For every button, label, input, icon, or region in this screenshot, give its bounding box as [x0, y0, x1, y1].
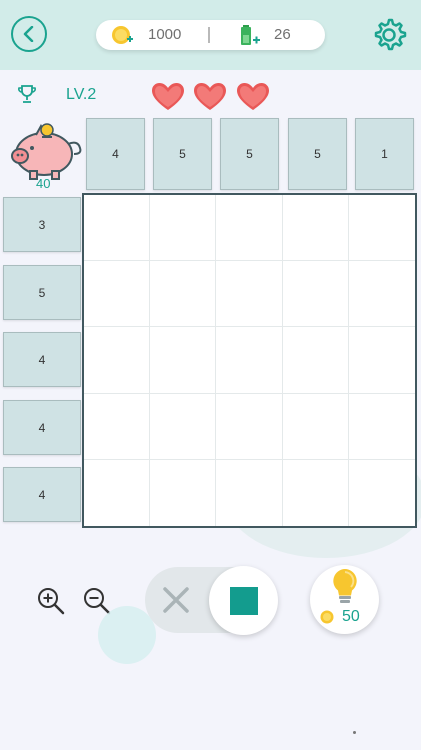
- zoom-out-icon[interactable]: [82, 586, 112, 616]
- puzzle-grid: [82, 193, 417, 528]
- x-mark-mode-icon[interactable]: [162, 586, 190, 614]
- grid-cell[interactable]: [216, 261, 283, 328]
- grid-cell[interactable]: [282, 327, 349, 394]
- grid-cell[interactable]: [84, 393, 151, 460]
- zoom-in-icon[interactable]: [36, 586, 66, 616]
- back-arrow-icon: [23, 26, 34, 42]
- hint-cost: 50: [342, 608, 360, 625]
- pill-divider: [208, 27, 210, 43]
- heart-icon: [237, 83, 269, 110]
- grid-cell[interactable]: [283, 459, 349, 526]
- coin-icon: [320, 610, 334, 624]
- grid-cell[interactable]: [150, 327, 217, 394]
- grid-cell[interactable]: [150, 261, 217, 328]
- heart-icon: [194, 83, 226, 110]
- row-clue: 3: [3, 197, 81, 252]
- column-clue: 5: [220, 118, 279, 190]
- battery-icon: [241, 25, 260, 45]
- row-clue: 5: [3, 265, 81, 320]
- row-clue: 4: [3, 400, 81, 455]
- heart-icon: [152, 83, 184, 110]
- piggy-coin-count: 40: [36, 176, 51, 191]
- hint-button[interactable]: 50: [310, 565, 379, 634]
- lightbulb-icon: [333, 569, 357, 603]
- column-clue: 5: [288, 118, 347, 190]
- column-clue: 5: [153, 118, 212, 190]
- coin-count: 1000: [148, 26, 182, 43]
- currency-pill: 1000 26: [96, 20, 325, 50]
- settings-gear-icon[interactable]: [370, 16, 408, 54]
- column-clue: 4: [86, 118, 145, 190]
- fill-square-icon: [229, 586, 258, 615]
- grid-cell[interactable]: [216, 459, 283, 526]
- coin-icon: [112, 26, 133, 44]
- grid-cell[interactable]: [84, 195, 151, 262]
- back-button[interactable]: [11, 16, 47, 52]
- trophy-icon: [18, 85, 36, 103]
- piggy-bank-icon[interactable]: [8, 120, 88, 182]
- level-label: LV.2: [66, 86, 97, 103]
- grid-cell[interactable]: [216, 327, 283, 394]
- grid-cell[interactable]: [348, 394, 415, 460]
- grid-cell[interactable]: [84, 327, 151, 394]
- grid-cell[interactable]: [150, 459, 217, 526]
- grid-cell[interactable]: [348, 327, 415, 394]
- column-clue: 1: [355, 118, 414, 190]
- grid-cell[interactable]: [216, 393, 283, 460]
- row-clue: 4: [3, 467, 81, 522]
- fill-mode-button[interactable]: [209, 566, 278, 635]
- grid-cell[interactable]: [84, 261, 151, 328]
- grid-cell[interactable]: [282, 195, 349, 262]
- grid-cell[interactable]: [282, 261, 349, 328]
- grid-cell[interactable]: [84, 459, 151, 526]
- energy-count: 26: [274, 26, 291, 43]
- grid-cell[interactable]: [348, 261, 415, 328]
- grid-cell[interactable]: [349, 460, 415, 526]
- grid-cell[interactable]: [150, 393, 217, 460]
- page-dot: [353, 731, 356, 734]
- grid-cell[interactable]: [348, 195, 415, 262]
- grid-cell[interactable]: [150, 195, 217, 262]
- top-bar: 1000 26: [0, 0, 421, 70]
- decorative-bubble: [98, 606, 156, 664]
- grid-cell[interactable]: [282, 393, 349, 460]
- grid-cell[interactable]: [216, 195, 283, 262]
- row-clue: 4: [3, 332, 81, 387]
